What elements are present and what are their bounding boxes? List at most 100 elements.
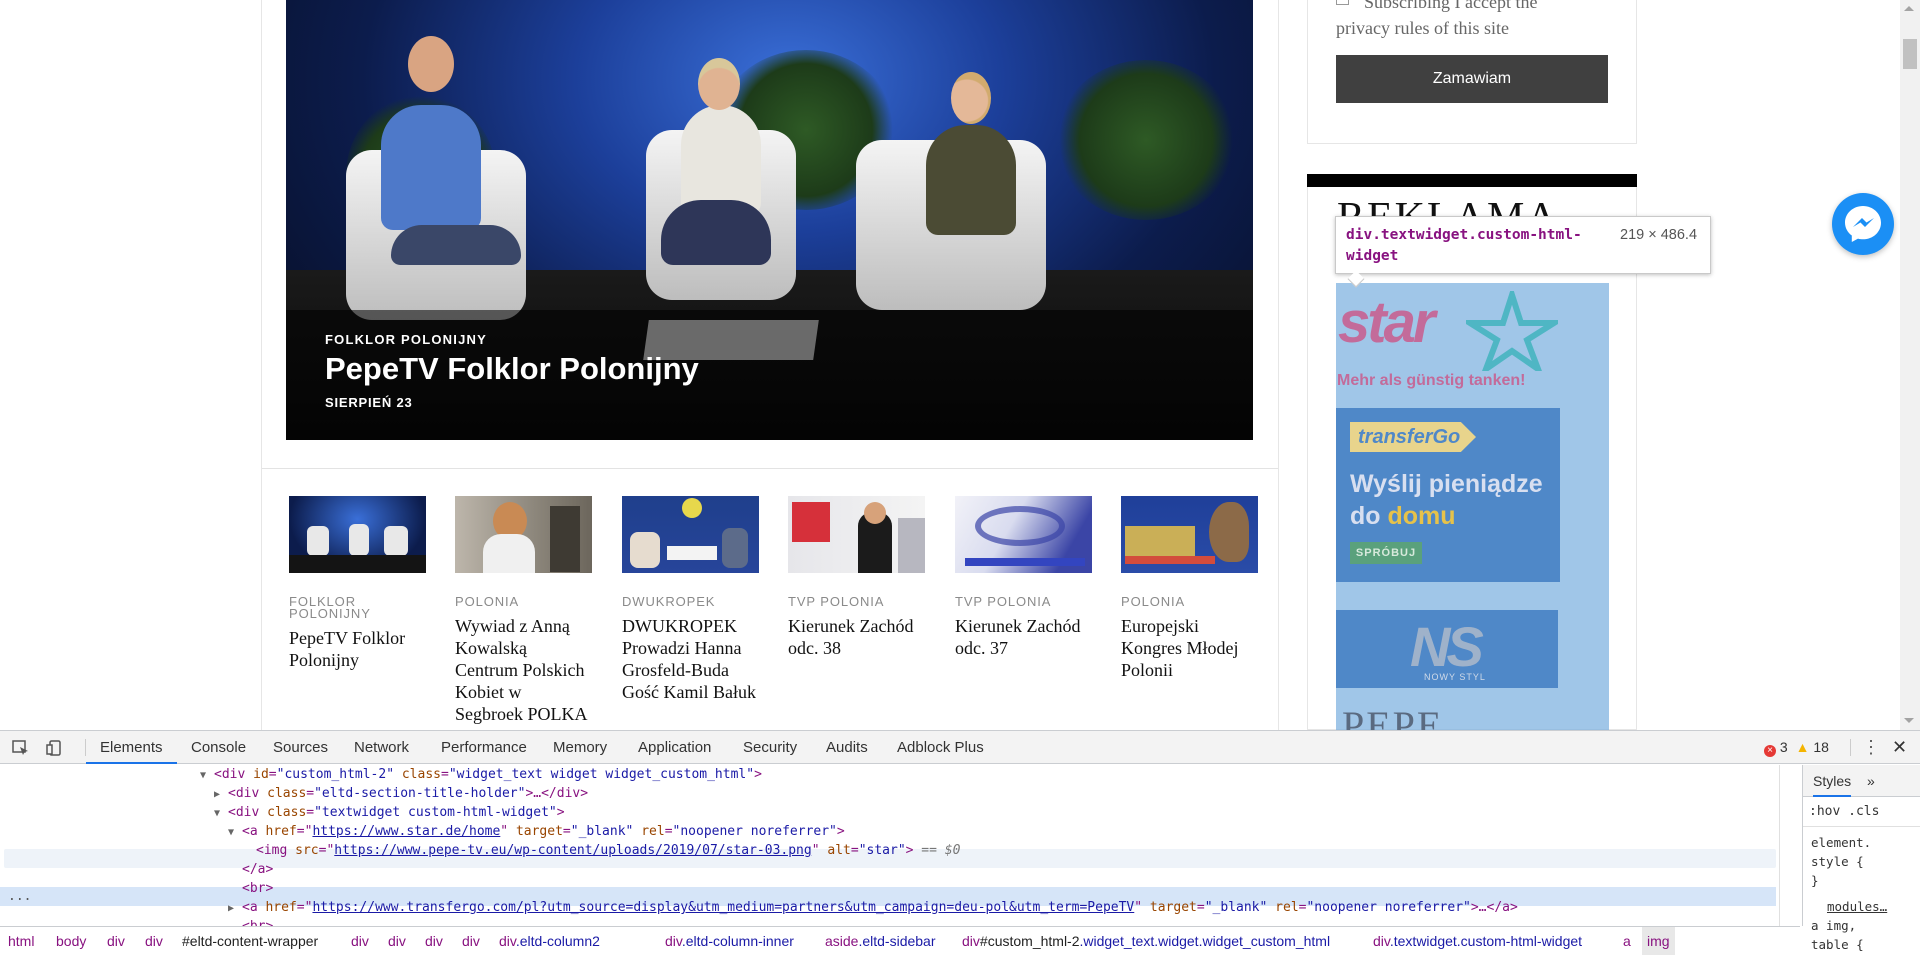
dom-ellipsis-icon[interactable]: ... xyxy=(8,887,31,906)
dom-link[interactable]: https://www.transfergo.com/pl?utm_source… xyxy=(312,900,1134,915)
post-thumbnail[interactable] xyxy=(788,496,925,573)
post-title[interactable]: PepeTV Folklor Polonijny xyxy=(289,627,427,671)
post-title[interactable]: Kierunek Zachód odc. 37 xyxy=(955,615,1093,659)
tabbar-separator xyxy=(1850,739,1851,756)
tab-styles[interactable]: Styles xyxy=(1813,773,1852,797)
transfergo-ad-banner[interactable]: transferGo Wyślij pieniądze do domu SPRÓ… xyxy=(1336,408,1560,582)
breadcrumb-tag: aside xyxy=(825,933,859,949)
breadcrumb-class: .textwidget.custom-html-widget xyxy=(1389,933,1583,949)
tab-application[interactable]: Application xyxy=(638,731,711,764)
breadcrumb-item[interactable]: div xyxy=(351,927,369,955)
breadcrumb-item[interactable]: #eltd-content-wrapper xyxy=(182,927,318,955)
breadcrumb-item[interactable]: aside.eltd-sidebar xyxy=(825,927,936,955)
post-category[interactable]: TVP POLONIA xyxy=(955,595,1093,608)
breadcrumb-item[interactable]: div.eltd-column2 xyxy=(499,927,600,955)
post-thumbnail[interactable] xyxy=(955,496,1092,573)
post-category[interactable]: TVP POLONIA xyxy=(788,595,926,608)
post-card[interactable]: FOLKLOR POLONIJNY PepeTV Folklor Polonij… xyxy=(289,496,427,671)
tab-adblock-plus[interactable]: Adblock Plus xyxy=(897,731,984,764)
dom-node[interactable]: </a> xyxy=(242,860,273,879)
tab-security[interactable]: Security xyxy=(743,731,797,764)
breadcrumb-item[interactable]: div#custom_html-2.widget_text.widget.wid… xyxy=(962,927,1330,955)
scroll-up-arrow-icon[interactable] xyxy=(1904,6,1914,11)
nowy-styl-ad-banner[interactable]: NS NOWY STYL xyxy=(1336,610,1558,688)
dom-node[interactable]: ▼ <div id="custom_html-2" class="widget_t… xyxy=(200,765,762,784)
post-category[interactable]: FOLKLOR POLONIJNY xyxy=(289,595,427,620)
post-card[interactable]: POLONIA Europejski Kongres Młodej Poloni… xyxy=(1121,496,1259,681)
messenger-chat-icon[interactable] xyxy=(1832,193,1894,255)
post-title[interactable]: Wywiad z Anną Kowalską Centrum Polskich … xyxy=(455,615,593,725)
transfergo-headline: Wyślij pieniądze do domu xyxy=(1350,468,1543,532)
transfergo-try-button[interactable]: SPRÓBUJ xyxy=(1350,542,1422,564)
tab-elements[interactable]: Elements xyxy=(86,731,177,764)
style-source-link[interactable]: modules… xyxy=(1827,897,1887,916)
post-card[interactable]: POLONIA Wywiad z Anną Kowalską Centrum P… xyxy=(455,496,593,725)
tab-sources[interactable]: Sources xyxy=(273,731,328,764)
dom-node[interactable]: ▶ <div class="eltd-section-title-holder">… xyxy=(214,784,588,803)
page-scrollbar[interactable] xyxy=(1900,0,1920,730)
dom-node[interactable]: ▼ <div class="textwidget custom-html-widg… xyxy=(214,803,565,822)
styles-pane: Styles » :hov .cls element. style { } mo… xyxy=(1802,765,1920,952)
breadcrumb-item[interactable]: a xyxy=(1623,927,1631,955)
expand-triangle-icon[interactable]: ▼ xyxy=(228,823,242,842)
close-devtools-icon[interactable]: ✕ xyxy=(1892,731,1907,764)
star-logo-icon xyxy=(1466,291,1558,371)
dom-tag: > xyxy=(754,767,762,782)
post-thumbnail[interactable] xyxy=(622,496,759,573)
expand-triangle-icon[interactable]: ▼ xyxy=(200,766,214,785)
console-status[interactable]: × 3 ▲ 18 xyxy=(1764,731,1829,764)
scroll-down-arrow-icon[interactable] xyxy=(1904,718,1914,723)
hero-title[interactable]: PepeTV Folklor Polonijny xyxy=(325,351,699,387)
order-button[interactable]: Zamawiam xyxy=(1336,55,1608,103)
post-card[interactable]: TVP POLONIA Kierunek Zachód odc. 37 xyxy=(955,496,1093,659)
tab-network[interactable]: Network xyxy=(354,731,409,764)
collapse-triangle-icon[interactable]: ▶ xyxy=(214,785,228,804)
more-options-icon[interactable]: ⋮ xyxy=(1862,731,1880,764)
inspect-element-icon[interactable] xyxy=(12,740,30,756)
star-ad-banner[interactable]: star Mehr als günstig tanken! xyxy=(1336,283,1560,395)
post-category[interactable]: DWUKROPEK xyxy=(622,595,760,608)
dom-node[interactable]: ▼ <a href="https://www.star.de/home" targ… xyxy=(228,822,845,841)
device-toolbar-icon[interactable] xyxy=(46,740,64,756)
breadcrumb-item[interactable]: html xyxy=(8,927,34,955)
dom-attr: href xyxy=(265,824,297,839)
hero-category[interactable]: FOLKLOR POLONIJNY xyxy=(325,332,487,347)
tab-audits[interactable]: Audits xyxy=(826,731,868,764)
page-scrollbar-thumb[interactable] xyxy=(1903,39,1917,69)
collapse-triangle-icon[interactable]: ▶ xyxy=(228,899,242,918)
breadcrumb-item[interactable]: body xyxy=(56,927,86,955)
post-card[interactable]: DWUKROPEK DWUKROPEK Prowadzi Hanna Grosf… xyxy=(622,496,760,703)
tab-console[interactable]: Console xyxy=(191,731,246,764)
breadcrumb-item-selected[interactable]: img xyxy=(1642,927,1675,955)
tab-performance[interactable]: Performance xyxy=(441,731,527,764)
post-thumbnail[interactable] xyxy=(1121,496,1258,573)
dom-node-selected[interactable]: <img src="https://www.pepe-tv.eu/wp-cont… xyxy=(256,841,960,860)
breadcrumb-item[interactable]: div.eltd-column-inner xyxy=(665,927,794,955)
styles-filter-bar[interactable]: :hov .cls xyxy=(1803,797,1920,827)
breadcrumb-item[interactable]: div xyxy=(462,927,480,955)
post-category[interactable]: POLONIA xyxy=(1121,595,1259,608)
dom-link[interactable]: https://www.star.de/home xyxy=(312,824,500,839)
dom-link[interactable]: https://www.pepe-tv.eu/wp-content/upload… xyxy=(334,843,811,858)
tab-memory[interactable]: Memory xyxy=(553,731,607,764)
hero-video[interactable]: FOLKLOR POLONIJNY PepeTV Folklor Polonij… xyxy=(286,0,1253,440)
post-title[interactable]: DWUKROPEK Prowadzi Hanna Grosfeld-Buda G… xyxy=(622,615,760,703)
dom-node[interactable]: <br> xyxy=(242,879,273,898)
dom-node[interactable]: ▶ <a href="https://www.transfergo.com/pl?… xyxy=(228,898,1518,917)
post-card[interactable]: TVP POLONIA Kierunek Zachód odc. 38 xyxy=(788,496,926,659)
post-title[interactable]: Kierunek Zachód odc. 38 xyxy=(788,615,926,659)
breadcrumb-item[interactable]: div xyxy=(145,927,163,955)
breadcrumb-item[interactable]: div.textwidget.custom-html-widget xyxy=(1373,927,1582,955)
more-tabs-icon[interactable]: » xyxy=(1867,773,1875,789)
dom-attr-value: "noopener noreferrer" xyxy=(1306,900,1471,915)
dom-node[interactable]: <br> xyxy=(242,917,273,926)
breadcrumb-item[interactable]: div xyxy=(425,927,443,955)
post-thumbnail[interactable] xyxy=(289,496,426,573)
post-category[interactable]: POLONIA xyxy=(455,595,593,608)
breadcrumb-item[interactable]: div xyxy=(107,927,125,955)
expand-triangle-icon[interactable]: ▼ xyxy=(214,804,228,823)
post-thumbnail[interactable] xyxy=(455,496,592,573)
post-title[interactable]: Europejski Kongres Młodej Polonii xyxy=(1121,615,1259,681)
dom-scrollbar[interactable] xyxy=(1779,765,1780,926)
breadcrumb-item[interactable]: div xyxy=(388,927,406,955)
